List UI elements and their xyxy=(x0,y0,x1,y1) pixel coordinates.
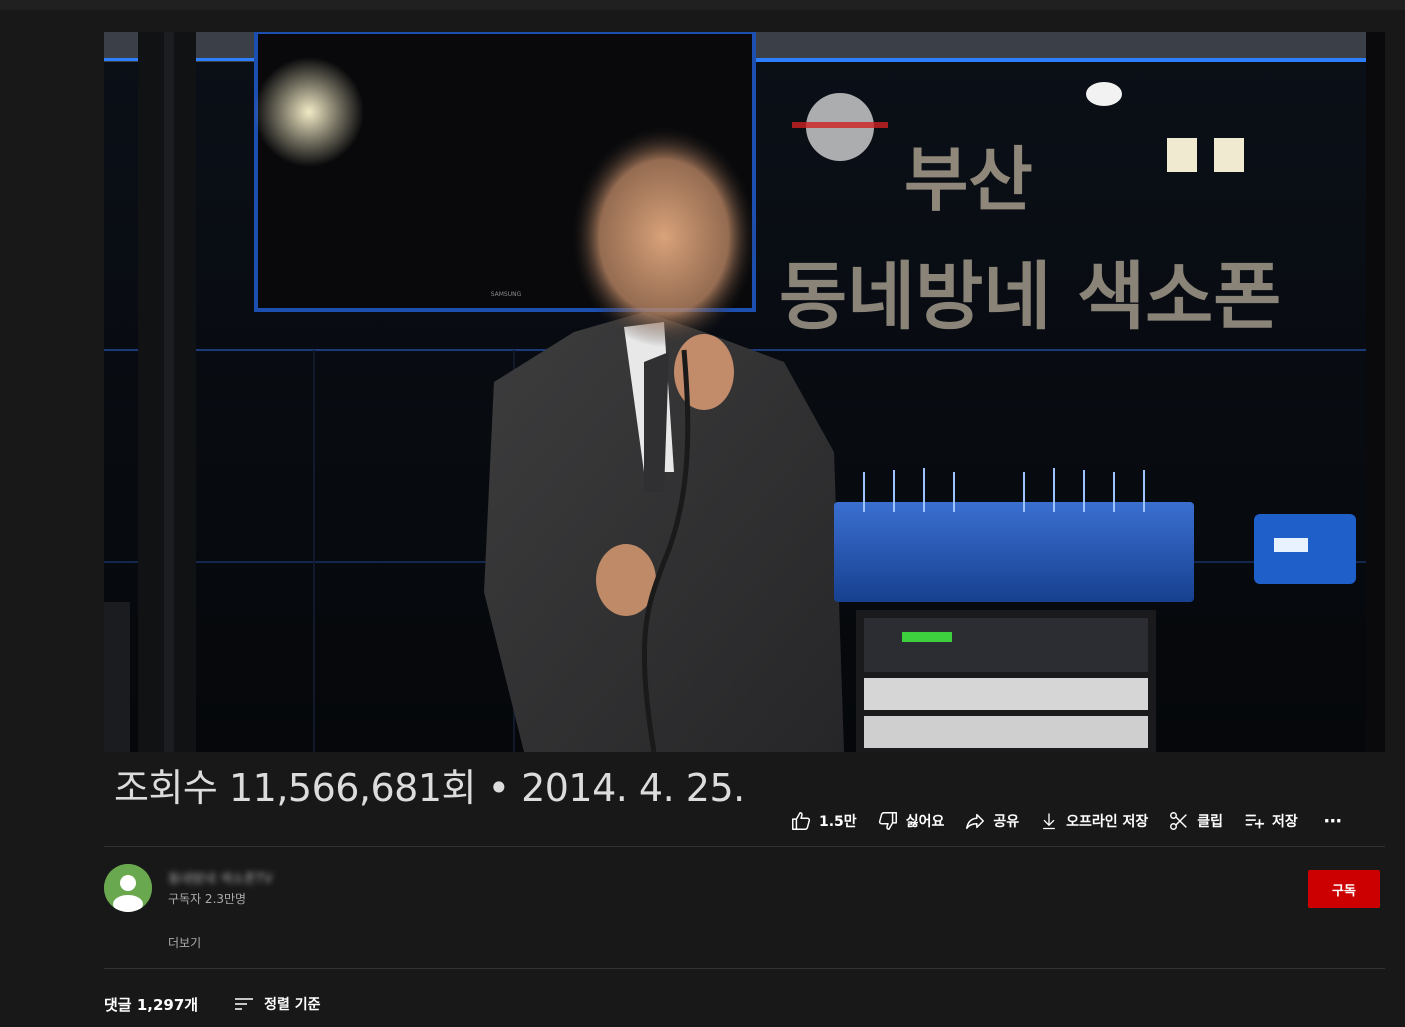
subscribe-button[interactable]: 구독 xyxy=(1308,870,1380,908)
dislike-button[interactable]: 싫어요 xyxy=(877,804,945,838)
dislike-label: 싫어요 xyxy=(905,814,945,830)
playlist-add-icon xyxy=(1245,814,1265,829)
share-icon xyxy=(966,813,985,830)
tv-brand: SAMSUNG xyxy=(491,291,522,298)
clip-button[interactable]: 클립 xyxy=(1168,804,1223,838)
video-frame: SAMSUNG 부산 동네방네 색소폰 xyxy=(104,32,1385,752)
views-and-date: 조회수 11,566,681회 • 2014. 4. 25. xyxy=(114,766,745,810)
sort-icon xyxy=(235,998,254,1010)
action-bar: 1.5만 싫어요 공유 오프라인 저장 클립 저장 ⋯ xyxy=(790,804,1390,838)
channel-name[interactable]: 동네방네 색소폰TV xyxy=(168,868,338,888)
share-button[interactable]: 공유 xyxy=(964,804,1019,838)
save-button[interactable]: 저장 xyxy=(1243,804,1298,838)
divider-top xyxy=(104,846,1385,847)
sort-label: 정렬 기준 xyxy=(264,997,321,1013)
thumbs-up-icon xyxy=(792,812,811,830)
comment-count: 댓글 1,297개 xyxy=(104,995,199,1014)
sign-text-busan: 부산 xyxy=(904,139,1033,221)
show-more-link[interactable]: 더보기 xyxy=(168,934,201,951)
top-bar xyxy=(0,0,1405,10)
save-label: 저장 xyxy=(1272,814,1298,830)
more-icon: ⋯ xyxy=(1323,810,1343,832)
subscriber-count: 구독자 2.3만명 xyxy=(168,892,247,906)
like-count: 1.5만 xyxy=(819,814,857,830)
more-actions-button[interactable]: ⋯ xyxy=(1324,804,1343,838)
avatar-person-icon xyxy=(104,864,152,912)
video-player[interactable]: SAMSUNG 부산 동네방네 색소폰 xyxy=(104,32,1385,752)
sign-text-main: 동네방네 색소폰 xyxy=(779,254,1281,340)
sort-button[interactable]: 정렬 기준 xyxy=(234,994,320,1014)
scissors-icon xyxy=(1170,812,1188,830)
download-label: 오프라인 저장 xyxy=(1066,814,1149,830)
share-label: 공유 xyxy=(993,814,1020,830)
comments-header: 댓글 1,297개 정렬 기준 xyxy=(104,990,320,1018)
download-icon xyxy=(1043,813,1055,830)
channel-avatar[interactable] xyxy=(104,864,152,912)
like-button[interactable]: 1.5만 xyxy=(790,804,857,838)
thumbs-down-icon xyxy=(878,812,897,830)
divider-bottom xyxy=(104,968,1385,969)
channel-row: 동네방네 색소폰TV 구독자 2.3만명 구독 xyxy=(104,862,1385,918)
download-button[interactable]: 오프라인 저장 xyxy=(1039,804,1148,838)
clip-label: 클립 xyxy=(1197,814,1224,830)
